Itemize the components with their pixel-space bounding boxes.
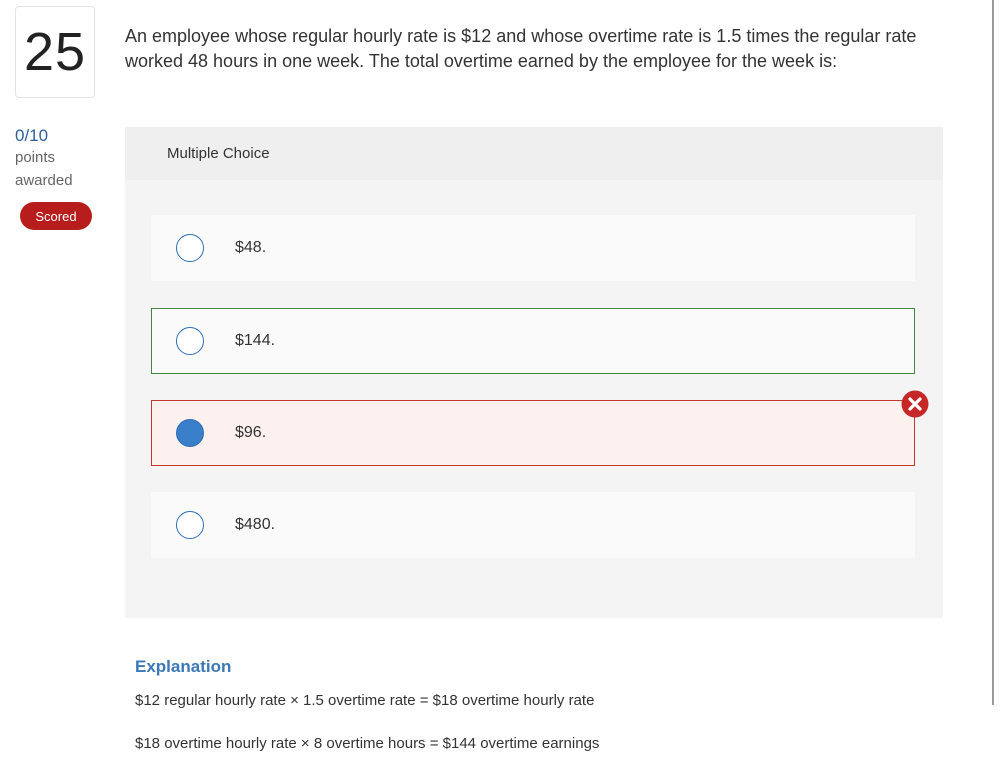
radio-button[interactable] <box>176 511 204 539</box>
panel-title-text: Multiple Choice <box>167 145 270 162</box>
quiz-question-page: 25 0/10 points awarded Scored An employe… <box>0 0 1004 778</box>
points-label-line2: awarded <box>15 172 73 189</box>
explanation-line-2: $18 overtime hourly rate × 8 overtime ho… <box>135 735 600 752</box>
radio-button[interactable] <box>176 234 204 262</box>
explanation-line-1: $12 regular hourly rate × 1.5 overtime r… <box>135 692 595 709</box>
choice-option-a[interactable]: $48. <box>151 215 915 281</box>
choice-option-b-correct[interactable]: $144. <box>151 308 915 374</box>
multiple-choice-panel: Multiple Choice $48. $144. $96. $480. <box>125 127 943 618</box>
question-number: 25 <box>15 6 95 98</box>
radio-button[interactable] <box>176 327 204 355</box>
radio-button-selected[interactable] <box>176 419 204 447</box>
choice-option-c-incorrect[interactable]: $96. <box>151 390 929 466</box>
panel-title: Multiple Choice <box>125 127 943 180</box>
points-value: 0/10 <box>15 126 49 145</box>
scored-badge: Scored <box>20 202 92 230</box>
vertical-scrollbar[interactable] <box>992 0 994 705</box>
incorrect-x-icon <box>901 390 929 418</box>
points-awarded: 0/10 points awarded <box>15 126 105 192</box>
choice-label: $48. <box>235 239 267 256</box>
choice-label: $144. <box>235 332 276 349</box>
choice-label: $480. <box>235 516 276 533</box>
points-label-line1: points <box>15 149 56 166</box>
question-text: An employee whose regular hourly rate is… <box>125 26 917 71</box>
choice-option-d[interactable]: $480. <box>151 492 915 558</box>
choice-label: $96. <box>235 424 267 441</box>
explanation-title: Explanation <box>135 657 232 676</box>
